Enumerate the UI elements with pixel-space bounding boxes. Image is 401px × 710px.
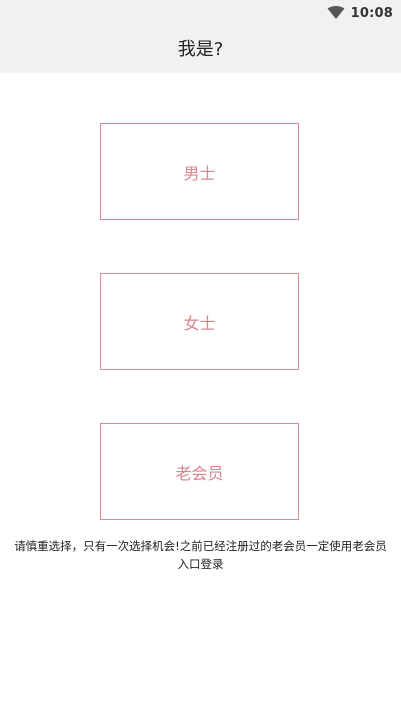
female-option-button[interactable]: 女士 [100,273,299,370]
existing-member-option-button[interactable]: 老会员 [100,423,299,520]
status-bar: 10:08 [327,4,393,22]
app-header: 10:08 我是? [0,0,401,73]
page-title: 我是? [177,39,224,60]
existing-member-option-label: 老会员 [175,463,224,483]
female-option-label: 女士 [183,313,216,333]
status-time: 10:08 [350,5,393,21]
male-option-label: 男士 [183,163,216,183]
selection-notice: 请慎重选择，只有一次选择机会!之前已经注册过的老会员一定使用老会员 入口登录 [14,539,387,571]
male-option-button[interactable]: 男士 [100,123,299,220]
wifi-icon [327,6,345,19]
